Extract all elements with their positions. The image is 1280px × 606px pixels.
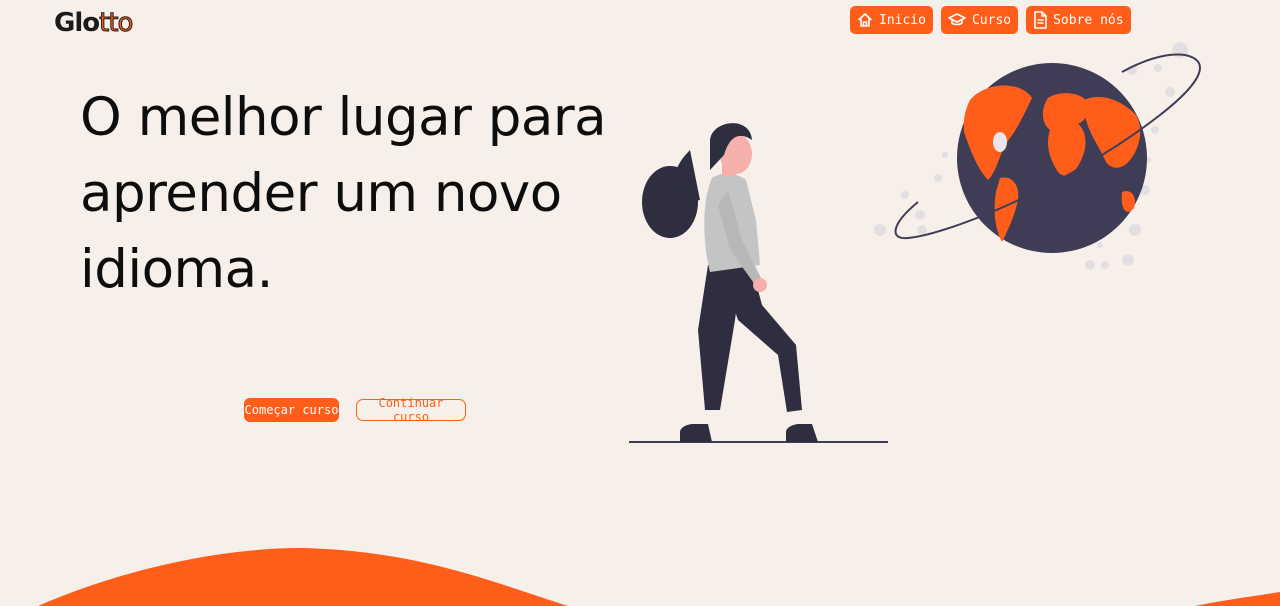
woman-walking-illustration [629,123,888,443]
logo[interactable]: Glotto [54,6,134,40]
start-course-button[interactable]: Começar curso [244,398,339,422]
logo-text-part2: tto [99,8,134,39]
continue-course-button[interactable]: Continuar curso [356,396,466,424]
decorative-wave [38,548,1280,606]
hero-title: O melhor lugar para aprender um novo idi… [80,87,607,300]
globe-illustration [874,42,1201,270]
logo-text-part1: Glo [54,8,100,38]
